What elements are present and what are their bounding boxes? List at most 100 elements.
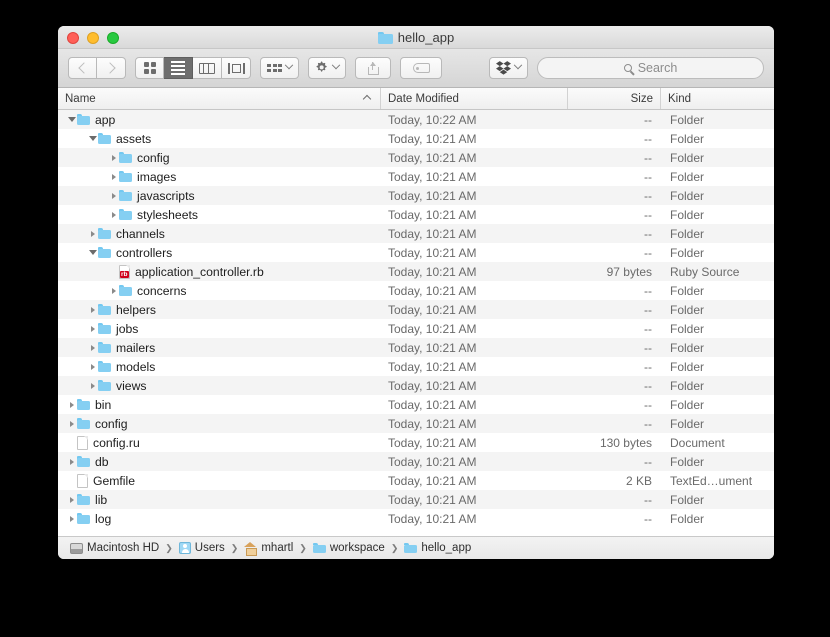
folder-icon (119, 285, 132, 296)
row-name-label: controllers (116, 245, 173, 260)
dropbox-icon (496, 61, 511, 75)
table-row[interactable]: javascripts Today, 10:21 AM -- Folder (58, 186, 774, 205)
table-row[interactable]: config Today, 10:21 AM -- Folder (58, 414, 774, 433)
table-row[interactable]: images Today, 10:21 AM -- Folder (58, 167, 774, 186)
disclosure-triangle-closed-icon[interactable] (87, 338, 98, 357)
row-name-cell: images (58, 167, 381, 186)
table-row[interactable]: config Today, 10:21 AM -- Folder (58, 148, 774, 167)
table-row[interactable]: helpers Today, 10:21 AM -- Folder (58, 300, 774, 319)
disclosure-triangle-closed-icon[interactable] (108, 148, 119, 167)
row-date-cell: Today, 10:21 AM (388, 283, 477, 298)
disclosure-triangle-closed-icon[interactable] (87, 319, 98, 338)
tag-icon (412, 63, 430, 73)
column-header-size[interactable]: Size (568, 88, 661, 109)
disclosure-triangle-closed-icon[interactable] (87, 300, 98, 319)
table-row[interactable]: log Today, 10:21 AM -- Folder (58, 509, 774, 528)
disclosure-triangle-closed-icon[interactable] (108, 205, 119, 224)
close-button[interactable] (67, 32, 79, 44)
dropbox-button[interactable] (489, 57, 528, 79)
folder-icon (77, 456, 90, 467)
table-row[interactable]: views Today, 10:21 AM -- Folder (58, 376, 774, 395)
column-header-kind-label: Kind (668, 92, 692, 105)
table-row[interactable]: db Today, 10:21 AM -- Folder (58, 452, 774, 471)
row-size-cell: -- (644, 226, 652, 241)
breadcrumb-item-workspace[interactable]: workspace (312, 542, 385, 554)
column-header: Name Date Modified Size Kind (58, 88, 774, 110)
table-row[interactable]: jobs Today, 10:21 AM -- Folder (58, 319, 774, 338)
breadcrumb-item-mhartl[interactable]: mhartl (244, 542, 294, 556)
disclosure-triangle-closed-icon[interactable] (66, 509, 77, 528)
disclosure-triangle-closed-icon[interactable] (87, 224, 98, 243)
table-row[interactable]: assets Today, 10:21 AM -- Folder (58, 129, 774, 148)
arrange-button[interactable] (260, 57, 299, 79)
disclosure-triangle-closed-icon[interactable] (66, 414, 77, 433)
view-mode-group (135, 57, 251, 79)
column-view-button[interactable] (193, 57, 222, 79)
share-button[interactable] (355, 57, 391, 79)
table-row[interactable]: channels Today, 10:21 AM -- Folder (58, 224, 774, 243)
table-row[interactable]: controllers Today, 10:21 AM -- Folder (58, 243, 774, 262)
search-field[interactable]: Search (537, 57, 764, 79)
table-row[interactable]: stylesheets Today, 10:21 AM -- Folder (58, 205, 774, 224)
table-row[interactable]: app Today, 10:22 AM -- Folder (58, 110, 774, 129)
row-name-label: application_controller.rb (135, 264, 264, 279)
row-kind-cell: Folder (670, 245, 705, 260)
action-button[interactable] (308, 57, 346, 79)
disclosure-triangle-closed-icon[interactable] (108, 281, 119, 300)
maximize-button[interactable] (107, 32, 119, 44)
row-kind-cell: Folder (670, 150, 705, 165)
disclosure-triangle-closed-icon[interactable] (87, 376, 98, 395)
column-header-name[interactable]: Name (58, 88, 381, 109)
row-size-cell: -- (644, 150, 652, 165)
tag-button[interactable] (400, 57, 442, 79)
table-row[interactable]: concerns Today, 10:21 AM -- Folder (58, 281, 774, 300)
window-titlebar: hello_app (58, 26, 774, 49)
row-name-cell: config (58, 414, 381, 433)
table-row[interactable]: config.ru Today, 10:21 AM 130 bytes Documen… (58, 433, 774, 452)
row-size-cell: -- (644, 283, 652, 298)
disclosure-triangle-closed-icon[interactable] (108, 186, 119, 205)
breadcrumb-item-macintosh-hd[interactable]: Macintosh HD (70, 542, 159, 554)
icon-view-button[interactable] (135, 57, 164, 79)
column-header-date[interactable]: Date Modified (381, 88, 568, 109)
disclosure-triangle-open-icon[interactable] (87, 129, 98, 148)
table-row[interactable]: mailers Today, 10:21 AM -- Folder (58, 338, 774, 357)
disclosure-triangle-closed-icon[interactable] (87, 357, 98, 376)
disclosure-triangle-closed-icon[interactable] (66, 490, 77, 509)
breadcrumb-item-hello-app[interactable]: hello_app (404, 542, 471, 554)
row-kind-cell: Folder (670, 359, 705, 374)
row-size-cell: 97 bytes (606, 264, 652, 279)
list-view-button[interactable] (164, 57, 193, 79)
folder-icon (77, 399, 90, 410)
users-folder-icon (178, 542, 191, 554)
disclosure-triangle-closed-icon[interactable] (66, 452, 77, 471)
folder-icon (98, 133, 111, 144)
minimize-button[interactable] (87, 32, 99, 44)
breadcrumb-separator-icon: ❯ (165, 542, 173, 553)
row-date-cell: Today, 10:21 AM (388, 359, 477, 374)
disclosure-triangle-closed-icon[interactable] (66, 395, 77, 414)
breadcrumb-item-users[interactable]: Users (178, 542, 225, 554)
folder-icon (77, 494, 90, 505)
file-list[interactable]: app Today, 10:22 AM -- Folder assets Today, 1… (58, 110, 774, 536)
gallery-view-button[interactable] (222, 57, 251, 79)
disclosure-triangle-closed-icon[interactable] (108, 167, 119, 186)
row-size-cell: -- (644, 131, 652, 146)
table-row[interactable]: Gemfile Today, 10:21 AM 2 KB TextEd…ument (58, 471, 774, 490)
disclosure-triangle-open-icon[interactable] (66, 110, 77, 129)
forward-button[interactable] (97, 57, 126, 79)
column-header-kind[interactable]: Kind (661, 88, 774, 109)
table-row[interactable]: application_controller.rb Today, 10:21 AM… (58, 262, 774, 281)
table-row[interactable]: lib Today, 10:21 AM -- Folder (58, 490, 774, 509)
row-name-label: log (95, 511, 112, 526)
row-kind-cell: Folder (670, 112, 705, 127)
back-button[interactable] (68, 57, 97, 79)
row-kind-cell: Folder (670, 302, 705, 317)
row-size-cell: -- (644, 112, 652, 127)
breadcrumb-label: mhartl (261, 542, 294, 554)
chevron-down-icon (284, 60, 294, 70)
row-kind-cell: Folder (670, 188, 705, 203)
table-row[interactable]: models Today, 10:21 AM -- Folder (58, 357, 774, 376)
disclosure-triangle-open-icon[interactable] (87, 243, 98, 262)
table-row[interactable]: bin Today, 10:21 AM -- Folder (58, 395, 774, 414)
